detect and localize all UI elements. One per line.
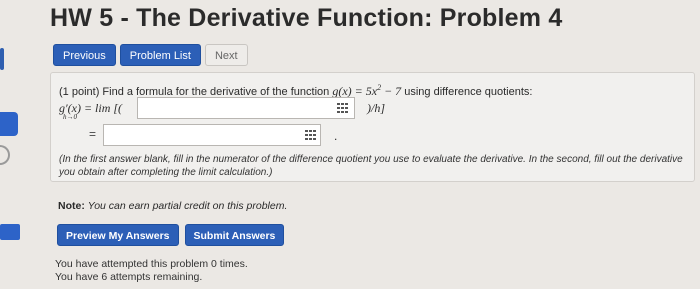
answer-instructions: (In the first answer blank, fill in the …	[59, 154, 683, 178]
note-text: You can earn partial credit on this prob…	[87, 200, 288, 212]
derivative-answer-input[interactable]	[103, 124, 321, 146]
answer-actions: Preview My Answers Submit Answers	[57, 224, 285, 246]
page-title: HW 5 - The Derivative Function: Problem …	[50, 4, 563, 32]
problem-panel: (1 point) Find a formula for the derivat…	[50, 72, 695, 182]
problem-nav: Previous Problem List Next	[53, 44, 248, 66]
numerator-answer-input[interactable]	[137, 97, 355, 119]
equals-sign: =	[89, 127, 97, 141]
difference-quotient-tail: )/h]	[367, 101, 385, 115]
sidebar-toggle[interactable]	[0, 145, 10, 165]
preview-answers-button[interactable]: Preview My Answers	[57, 224, 179, 246]
sidebar-item[interactable]	[0, 224, 20, 240]
function-tail: − 7	[381, 84, 402, 98]
equation-editor-icon[interactable]	[305, 130, 317, 140]
note-label: Note:	[58, 200, 85, 212]
attempt-status: You have attempted this problem 0 times.…	[55, 258, 248, 284]
previous-button[interactable]: Previous	[53, 44, 116, 66]
function-lhs: g(x) = 5x	[332, 84, 378, 98]
derivative-expression: g′(x) = lim [(h→0	[59, 101, 122, 121]
attempts-made: You have attempted this problem 0 times.	[55, 258, 248, 270]
partial-credit-note: Note: You can earn partial credit on thi…	[58, 200, 287, 212]
sidebar-active-item[interactable]	[0, 112, 18, 136]
next-button[interactable]: Next	[204, 44, 248, 66]
left-sidebar-edge	[0, 0, 22, 289]
sidebar-indicator	[0, 48, 4, 70]
derivative-lhs: g′(x) = lim [(h→0	[59, 101, 122, 121]
equation-editor-icon[interactable]	[337, 103, 349, 113]
limit-subscript: h→0	[63, 113, 77, 121]
submit-answers-button[interactable]: Submit Answers	[184, 224, 285, 246]
problem-list-button[interactable]: Problem List	[119, 44, 201, 66]
attempts-remaining: You have 6 attempts remaining.	[55, 271, 203, 283]
answer-period: .	[334, 129, 338, 143]
problem-intro-end: using difference quotients:	[404, 86, 533, 98]
function-formula: g(x) = 5x2 − 7	[332, 83, 402, 98]
